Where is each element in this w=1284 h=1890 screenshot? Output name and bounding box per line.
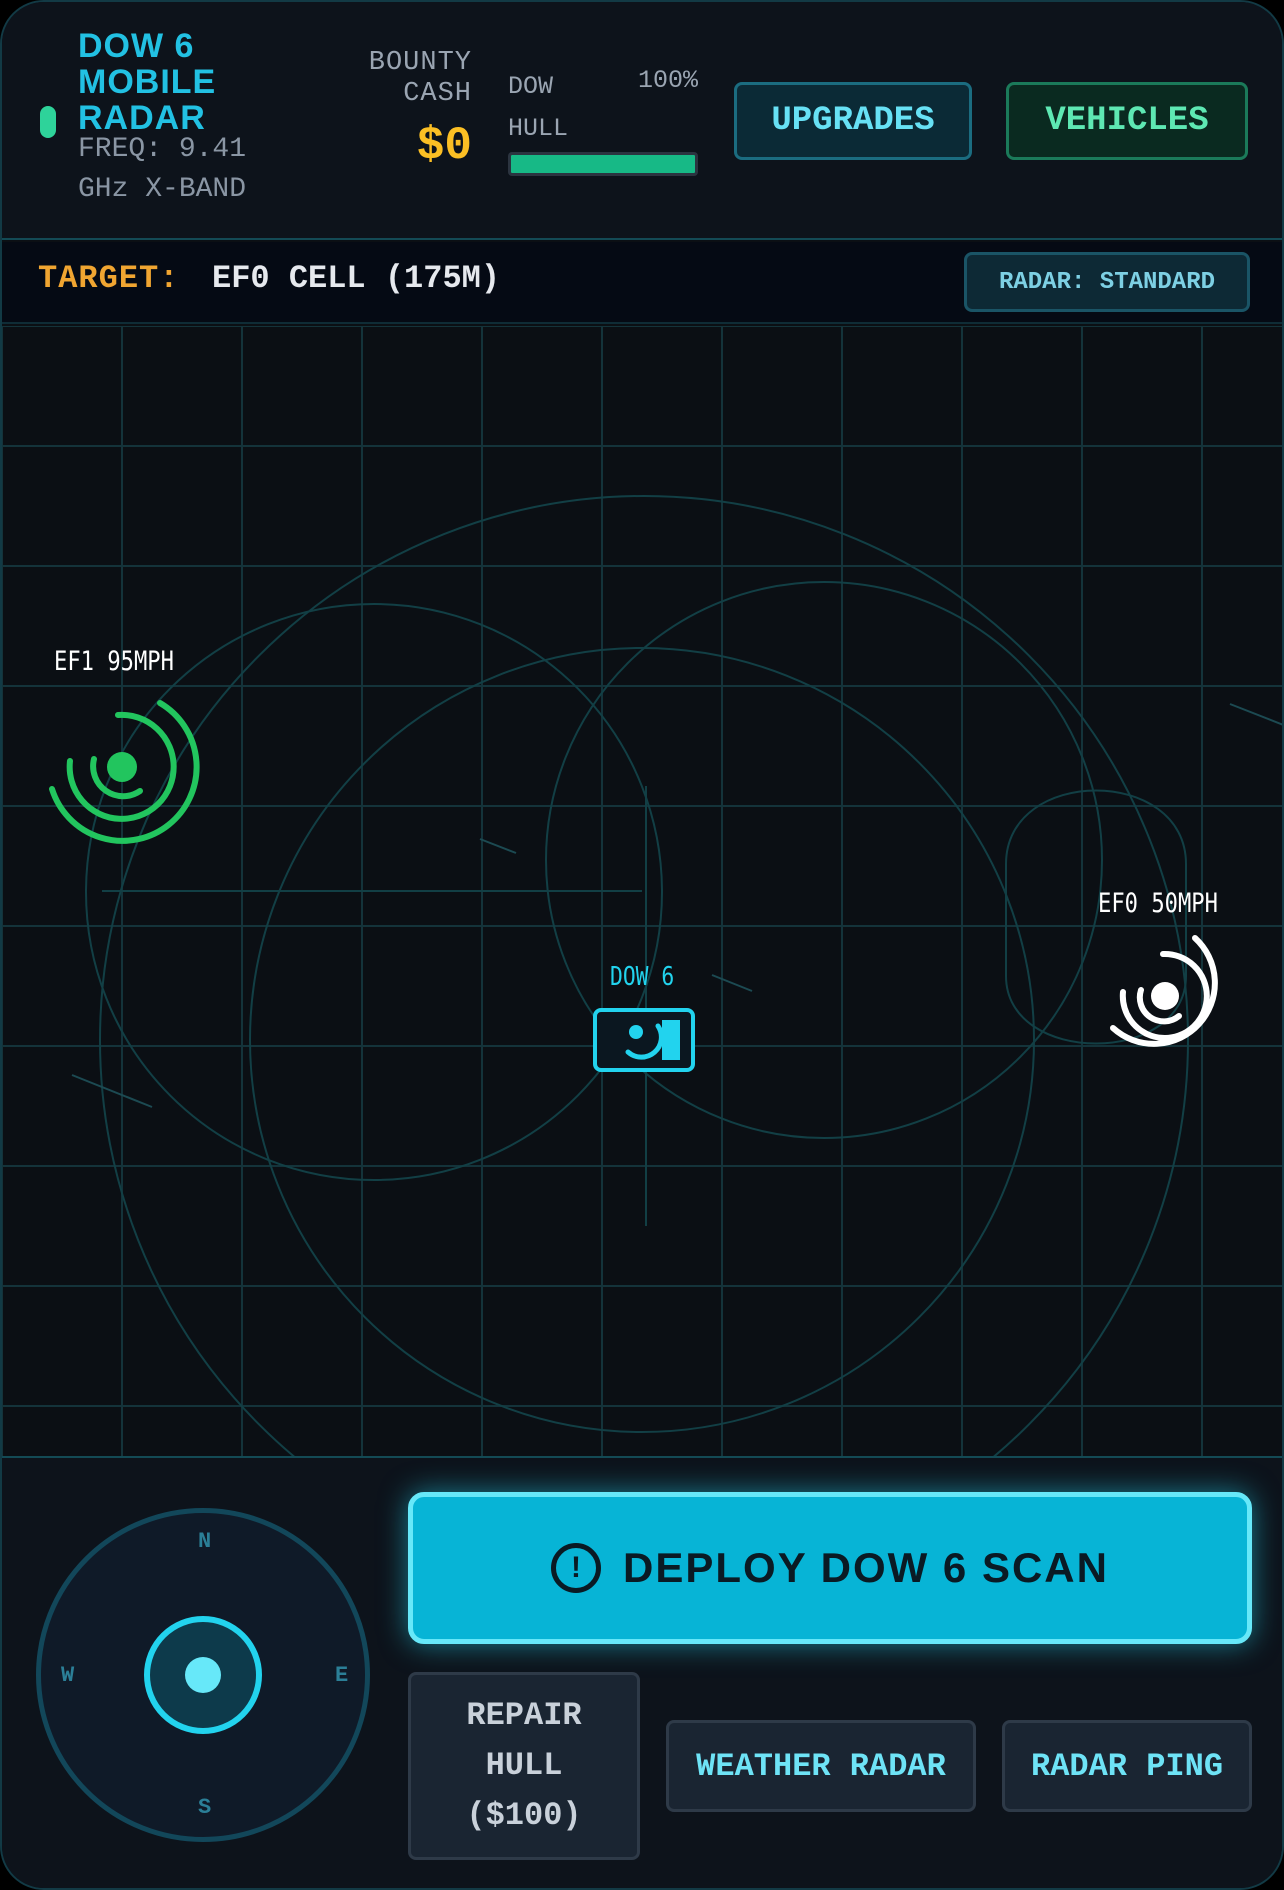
hull-bar-fill [511, 155, 695, 173]
storm-ef0-eye [1151, 982, 1179, 1010]
storm-ef1-label: EF1 95MPH [54, 646, 174, 677]
hull-label: DOW HULL [508, 72, 569, 143]
radar-ping-button[interactable]: RADAR PING [1002, 1720, 1252, 1812]
bounty-label: BOUNTY CASH [368, 48, 472, 109]
hull-percent: 100% [637, 66, 698, 95]
deploy-scan-button[interactable]: ! DEPLOY DOW 6 SCAN [408, 1492, 1252, 1644]
app-title: DOW 6 MOBILE RADAR [78, 27, 217, 137]
radar-map[interactable]: EF1 95MPH EF0 50MPH DOW 6 [2, 326, 1282, 1456]
joystick-south-label: S [198, 1795, 212, 1820]
storm-ef0[interactable] [1110, 935, 1218, 1047]
joystick-west-label: W [61, 1663, 75, 1688]
status-indicator [40, 106, 56, 138]
game-screen: DOW 6 MOBILE RADAR FREQ: 9.41 GHz X-BAND… [0, 0, 1284, 1890]
storm-ef1[interactable] [49, 700, 200, 844]
bounty-value: $0 [416, 120, 472, 172]
target-bar: TARGET: EF0 CELL (175M) RADAR: STANDARD [2, 242, 1282, 324]
deploy-scan-label: DEPLOY DOW 6 SCAN [623, 1544, 1109, 1591]
dow6-vehicle-icon[interactable] [593, 1008, 695, 1072]
upgrades-button[interactable]: UPGRADES [734, 82, 972, 160]
target-label: TARGET: [38, 260, 180, 297]
joystick-knob-dot [185, 1657, 221, 1693]
storm-ef0-label: EF0 50MPH [1098, 888, 1218, 919]
repair-hull-button[interactable]: REPAIR HULL ($100) [408, 1672, 640, 1860]
weather-radar-button[interactable]: WEATHER RADAR [666, 1720, 976, 1812]
player-label: DOW 6 [610, 962, 675, 992]
storm-ef1-eye [107, 752, 137, 782]
joystick-knob[interactable] [144, 1616, 262, 1734]
header: DOW 6 MOBILE RADAR FREQ: 9.41 GHz X-BAND… [2, 2, 1282, 240]
control-panel: N S W E ! DEPLOY DOW 6 SCAN REPAIR HULL … [2, 1456, 1282, 1888]
target-value: EF0 CELL (175M) [212, 260, 501, 297]
radar-mode-button[interactable]: RADAR: STANDARD [964, 252, 1250, 312]
vehicles-button[interactable]: VEHICLES [1006, 82, 1248, 160]
steering-joystick[interactable]: N S W E [36, 1508, 370, 1842]
frequency-readout: FREQ: 9.41 GHz X-BAND [78, 134, 247, 205]
hull-bar [508, 152, 698, 176]
joystick-east-label: E [335, 1663, 349, 1688]
joystick-north-label: N [198, 1529, 212, 1554]
alert-icon: ! [551, 1543, 602, 1593]
radar-map-canvas [2, 326, 1282, 1456]
